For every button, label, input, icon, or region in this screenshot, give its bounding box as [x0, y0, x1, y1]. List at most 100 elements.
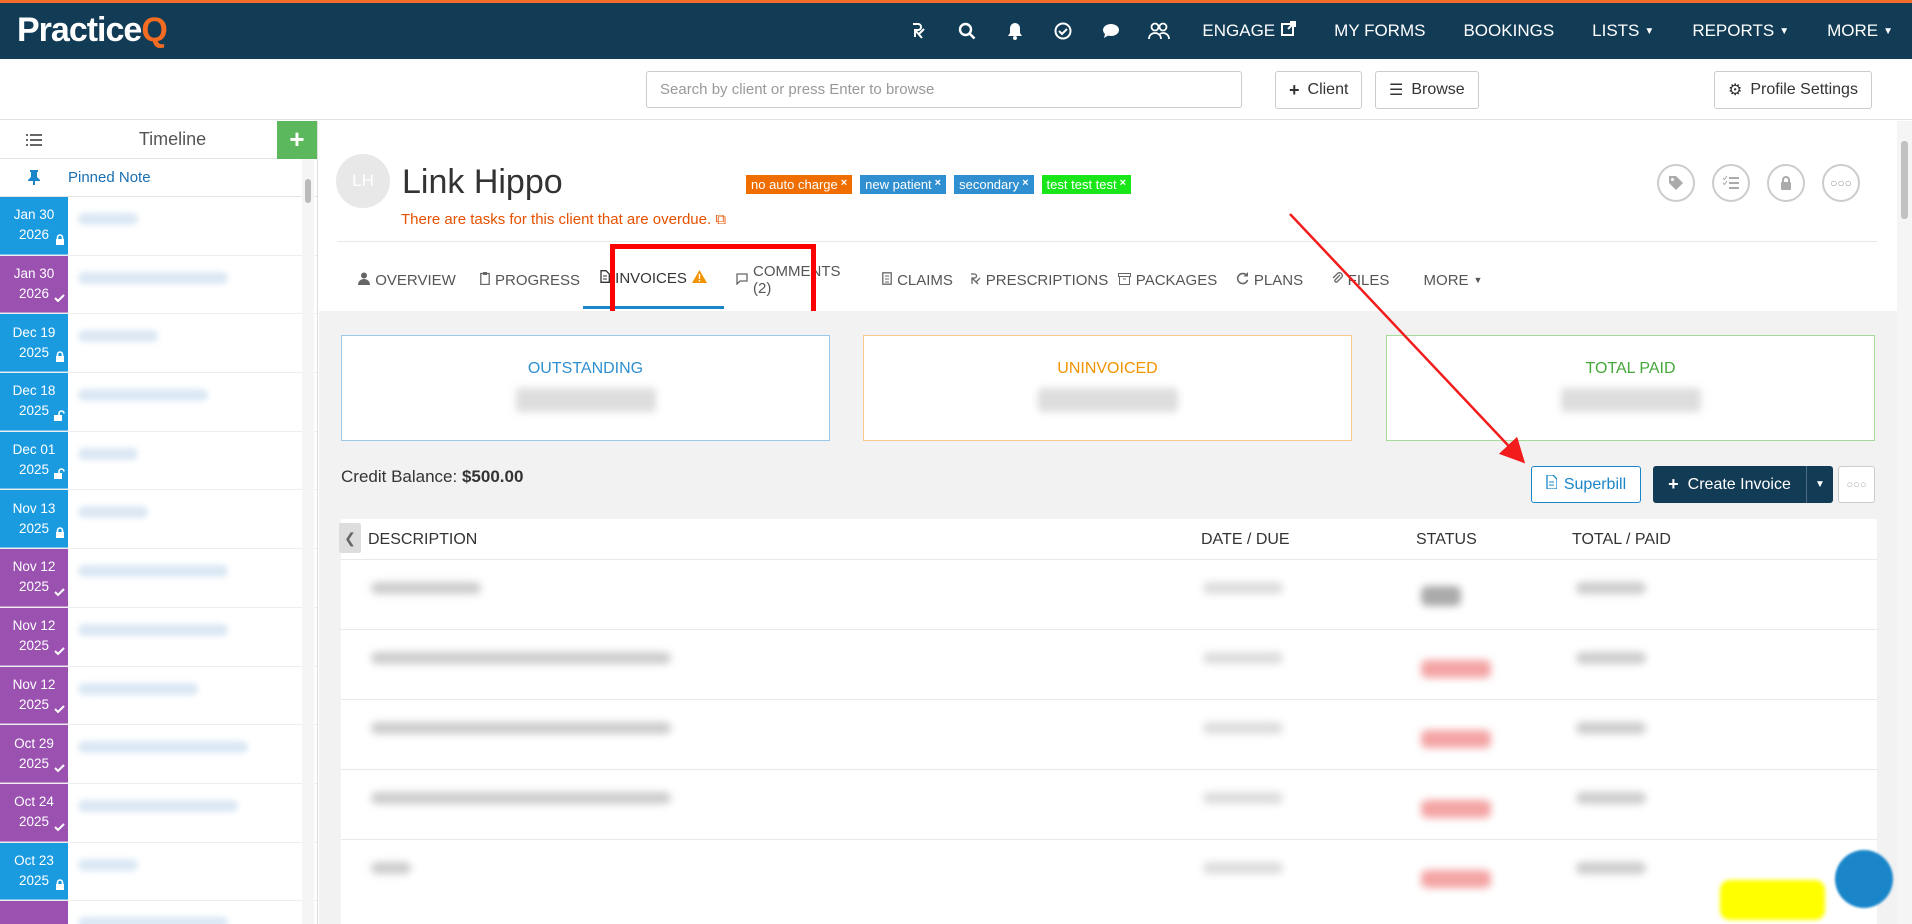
users-icon[interactable]: [1135, 3, 1183, 59]
check-icon: [54, 290, 65, 310]
timeline-date: Oct 24 2025: [0, 783, 68, 842]
timeline-date: Dec 01 2025: [0, 431, 68, 490]
timeline-date: Jan 30 2026: [0, 255, 68, 314]
file-icon: [600, 270, 611, 287]
browse-button[interactable]: ☰ Browse: [1375, 71, 1479, 109]
add-client-button[interactable]: + Client: [1275, 71, 1363, 109]
rx-icon[interactable]: [895, 3, 943, 59]
user-icon: [358, 272, 371, 289]
column-header[interactable]: STATUS: [1416, 531, 1477, 549]
search-icon[interactable]: [943, 3, 991, 59]
create-invoice-button[interactable]: + Create Invoice ▼: [1653, 466, 1833, 503]
client-tag[interactable]: new patient ×: [860, 175, 947, 194]
practiceq-logo[interactable]: PracticeQ: [17, 11, 168, 50]
remove-tag-icon[interactable]: ×: [841, 177, 847, 192]
column-header[interactable]: TOTAL / PAID: [1572, 531, 1671, 549]
table-row[interactable]: [341, 699, 1877, 769]
table-row[interactable]: [341, 629, 1877, 699]
timeline-item[interactable]: Dec 18 2025: [0, 373, 317, 432]
unlock-icon: [54, 408, 65, 428]
sidebar-scrollbar[interactable]: [302, 159, 314, 924]
table-row[interactable]: [341, 559, 1877, 629]
nav-reports[interactable]: REPORTS ▼: [1673, 3, 1808, 59]
remove-tag-icon[interactable]: ×: [935, 177, 941, 192]
timeline-date: Nov 12 2025: [0, 666, 68, 725]
remove-tag-icon[interactable]: ×: [1120, 177, 1126, 192]
invoice-table: ❮ DESCRIPTION DATE / DUE STATUS TOTAL / …: [339, 519, 1877, 924]
outstanding-value: [515, 388, 656, 412]
outstanding-card: OUTSTANDING: [341, 335, 830, 441]
column-header[interactable]: DESCRIPTION: [368, 531, 477, 549]
chevron-left-icon[interactable]: ❮: [339, 523, 361, 553]
client-search-input[interactable]: Search by client or press Enter to brows…: [646, 71, 1242, 108]
nav-engage[interactable]: ENGAGE: [1183, 3, 1315, 59]
tab-files[interactable]: FILES: [1315, 251, 1405, 309]
archive-icon: [1117, 272, 1131, 289]
lock-icon: [55, 232, 65, 252]
timeline-item[interactable]: Oct 24 2025: [0, 783, 317, 843]
client-tag[interactable]: secondary ×: [954, 175, 1034, 194]
timeline-item[interactable]: Oct 23: [0, 901, 317, 924]
tab-plans[interactable]: PLANS: [1224, 251, 1315, 309]
client-tag[interactable]: test test test ×: [1041, 175, 1132, 194]
client-tag[interactable]: no auto charge ×: [746, 175, 853, 194]
invoice-more-button[interactable]: ○○○: [1838, 466, 1875, 503]
timeline-date: Oct 23: [0, 901, 68, 924]
timeline-item[interactable]: Nov 12 2025: [0, 549, 317, 608]
table-row[interactable]: [341, 769, 1877, 839]
lock-icon: [55, 877, 65, 897]
nav-more[interactable]: MORE ▼: [1808, 3, 1912, 59]
timeline-item[interactable]: Oct 23 2025: [0, 842, 317, 902]
lock-icon[interactable]: [1767, 164, 1805, 202]
profile-settings-button[interactable]: ⚙ Profile Settings: [1714, 71, 1872, 109]
tab-prescriptions[interactable]: PRESCRIPTIONS: [967, 251, 1111, 309]
bell-icon[interactable]: [991, 3, 1039, 59]
nav-bookings[interactable]: BOOKINGS: [1444, 3, 1573, 59]
nav-my-forms[interactable]: MY FORMS: [1315, 3, 1444, 59]
header-divider: [337, 241, 1877, 242]
check-circle-icon[interactable]: [1039, 3, 1087, 59]
tab-packages[interactable]: PACKAGES: [1111, 251, 1224, 309]
more-options-icon[interactable]: ○○○: [1822, 164, 1860, 202]
timeline-item[interactable]: Nov 12 2025: [0, 666, 317, 726]
add-note-button[interactable]: +: [277, 121, 317, 159]
client-actions: ○○○: [1657, 164, 1860, 202]
tab-overview[interactable]: OVERVIEW: [337, 251, 477, 309]
timeline-item[interactable]: Dec 01 2025: [0, 431, 317, 491]
overdue-alert[interactable]: There are tasks for this client that are…: [401, 211, 726, 228]
page-scrollbar[interactable]: [1897, 121, 1912, 924]
unlock-icon: [54, 466, 65, 486]
tab-claims[interactable]: CLAIMS: [868, 251, 967, 309]
remove-tag-icon[interactable]: ×: [1022, 177, 1028, 192]
total-paid-value: [1560, 388, 1701, 412]
file-icon: [1546, 474, 1558, 494]
list-icon: ☰: [1389, 82, 1404, 99]
tab-progress[interactable]: PROGRESS: [477, 251, 583, 309]
nav-lists[interactable]: LISTS ▼: [1573, 3, 1673, 59]
list-view-icon[interactable]: [0, 133, 68, 147]
lock-icon: [55, 349, 65, 369]
timeline-item[interactable]: Jan 30 2026: [0, 197, 317, 256]
timeline-item[interactable]: Nov 13 2025: [0, 490, 317, 550]
timeline-date: Nov 12 2025: [0, 607, 68, 666]
highlight-marker: [1720, 880, 1825, 920]
plus-icon: +: [1289, 79, 1300, 100]
timeline-item[interactable]: Nov 12 2025: [0, 607, 317, 667]
timeline-item[interactable]: Dec 19 2025: [0, 314, 317, 374]
create-invoice-dropdown[interactable]: ▼: [1806, 466, 1833, 503]
column-header[interactable]: DATE / DUE: [1201, 531, 1290, 549]
superbill-button[interactable]: Superbill: [1531, 466, 1641, 503]
tab-more[interactable]: MORE ▼: [1405, 251, 1501, 309]
table-row[interactable]: [341, 839, 1877, 909]
checklist-icon[interactable]: [1712, 164, 1750, 202]
main-content: LH Link Hippo no auto charge × new patient…: [319, 121, 1912, 924]
timeline-item[interactable]: Oct 29 2025: [0, 725, 317, 784]
timeline-date: Oct 29 2025: [0, 725, 68, 783]
paperclip-icon: [1331, 271, 1343, 289]
tag-icon[interactable]: [1657, 164, 1695, 202]
help-chat-button[interactable]: [1835, 850, 1893, 908]
chat-icon[interactable]: [1087, 3, 1135, 59]
timeline-item[interactable]: Jan 30 2026: [0, 255, 317, 315]
pinned-note[interactable]: Pinned Note: [0, 159, 317, 197]
clipboard-icon: [480, 271, 490, 289]
